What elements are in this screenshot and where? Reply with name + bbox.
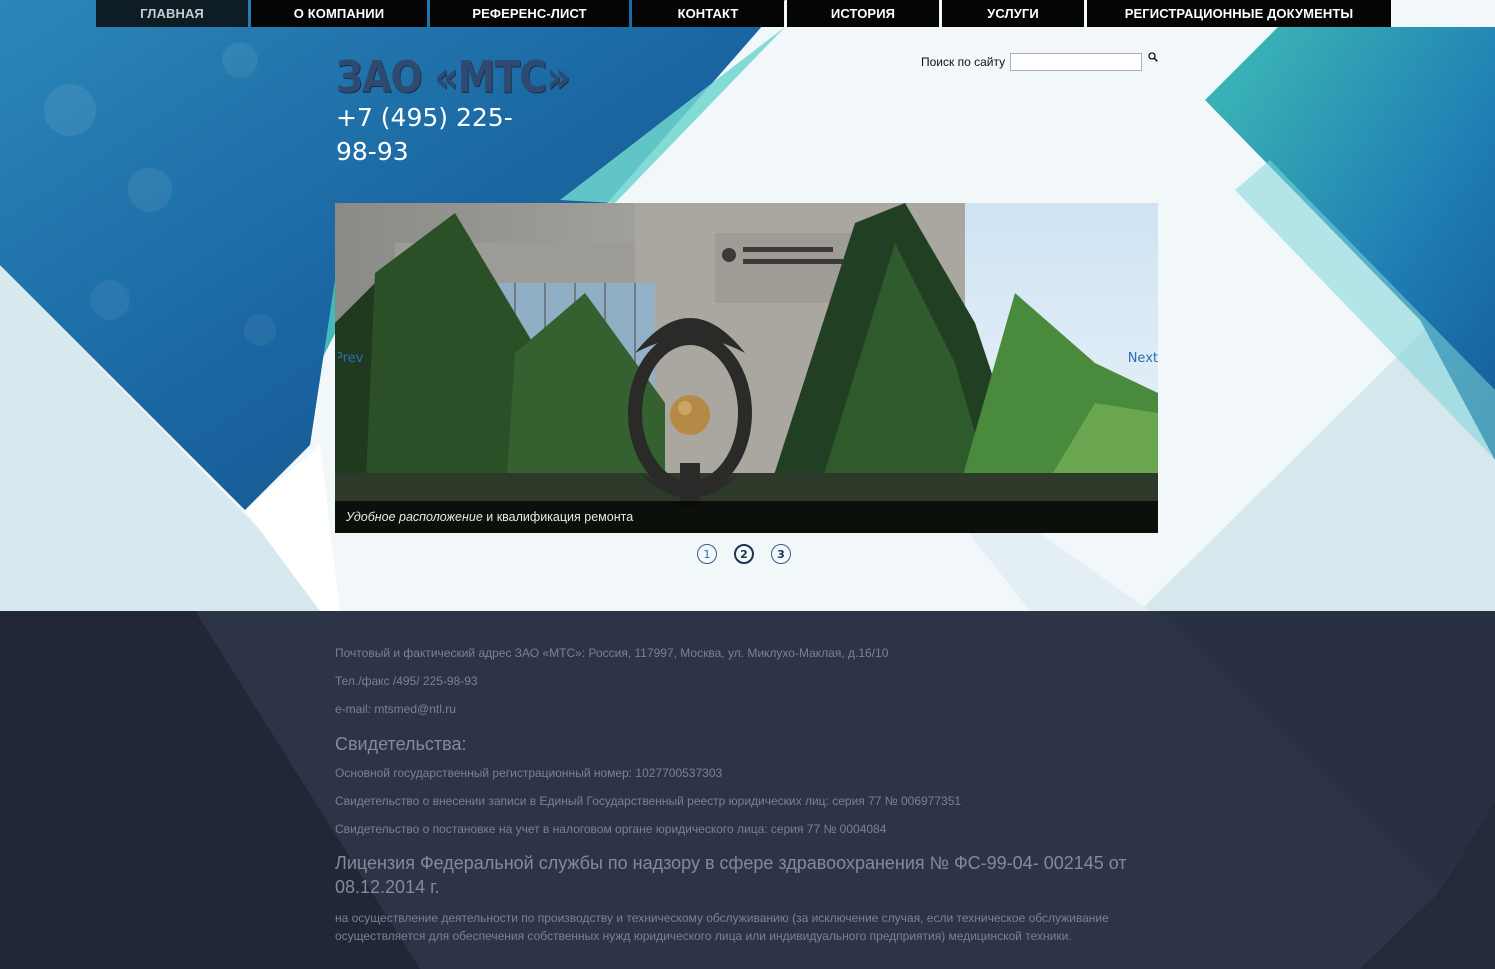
header-phone: +7 (495) 225-98-93 (336, 103, 513, 166)
footer-email[interactable]: e-mail: mtsmed@ntl.ru (335, 701, 456, 717)
slide-caption: Удобное расположение и квалификация ремо… (335, 501, 1158, 533)
site-logo[interactable]: ЗАО «МТС» (336, 52, 571, 103)
top-nav: ГЛАВНАЯ О КОМПАНИИ РЕФЕРЕНС-ЛИСТ КОНТАКТ… (96, 0, 1391, 27)
footer-license-text: на осуществление деятельности по произво… (335, 911, 1109, 943)
nav-item-history[interactable]: ИСТОРИЯ (787, 0, 939, 27)
nav-item-label: РЕГИСТРАЦИОННЫЕ ДОКУМЕНТЫ (1124, 6, 1354, 21)
nav-item-label: ГЛАВНАЯ (140, 6, 204, 21)
slide-caption-text: и квалификация ремонта (482, 510, 634, 524)
slider-page-1[interactable]: 1 (697, 544, 717, 564)
slider-page-2[interactable]: 2 (734, 544, 754, 564)
nav-item-about[interactable]: О КОМПАНИИ (251, 0, 427, 27)
footer-license-heading: Лицензия Федеральной службы по надзору в… (335, 853, 1127, 897)
search-icon[interactable] (1148, 51, 1158, 65)
footer-tax: Свидетельство о постановке на учет в нал… (335, 822, 887, 836)
footer-certs-heading: Свидетельства: (335, 734, 467, 754)
nav-item-label: РЕФЕРЕНС-ЛИСТ (472, 6, 587, 21)
nav-item-label: УСЛУГИ (987, 6, 1039, 21)
slider-page-3[interactable]: 3 (771, 544, 791, 564)
footer-phone: Тел./факс /495/ 225-98-93 (335, 674, 478, 688)
footer: Почтовый и фактический адрес ЗАО «МТС»: … (0, 611, 1495, 969)
slider-prev-button[interactable]: Prev (338, 351, 363, 366)
nav-item-registration-docs[interactable]: РЕГИСТРАЦИОННЫЕ ДОКУМЕНТЫ (1087, 0, 1391, 27)
nav-item-label: ИСТОРИЯ (830, 6, 896, 21)
footer-address: Почтовый и фактический адрес ЗАО «МТС»: … (335, 646, 889, 660)
nav-item-label: О КОМПАНИИ (293, 6, 385, 21)
nav-item-services[interactable]: УСЛУГИ (942, 0, 1084, 27)
nav-item-contact[interactable]: КОНТАКТ (632, 0, 784, 27)
nav-item-home[interactable]: ГЛАВНАЯ (96, 0, 248, 27)
nav-item-references[interactable]: РЕФЕРЕНС-ЛИСТ (430, 0, 629, 27)
footer-ogrn: Основной государственный регистрационный… (335, 766, 723, 780)
site-search: Поиск по сайту (921, 51, 1158, 71)
footer-egrul: Свидетельство о внесении записи в Единый… (335, 794, 962, 808)
search-label: Поиск по сайту (921, 55, 1006, 69)
slider-next-button[interactable]: Next (1128, 351, 1158, 366)
slider-pagination: 1 2 3 (697, 544, 808, 564)
image-slider: Prev Next Удобное расположение и квалифи… (335, 203, 1158, 533)
search-input[interactable] (1010, 53, 1143, 71)
nav-item-label: КОНТАКТ (677, 6, 739, 21)
slide-image (335, 203, 1158, 533)
slide-caption-italic: Удобное расположение (346, 510, 483, 524)
